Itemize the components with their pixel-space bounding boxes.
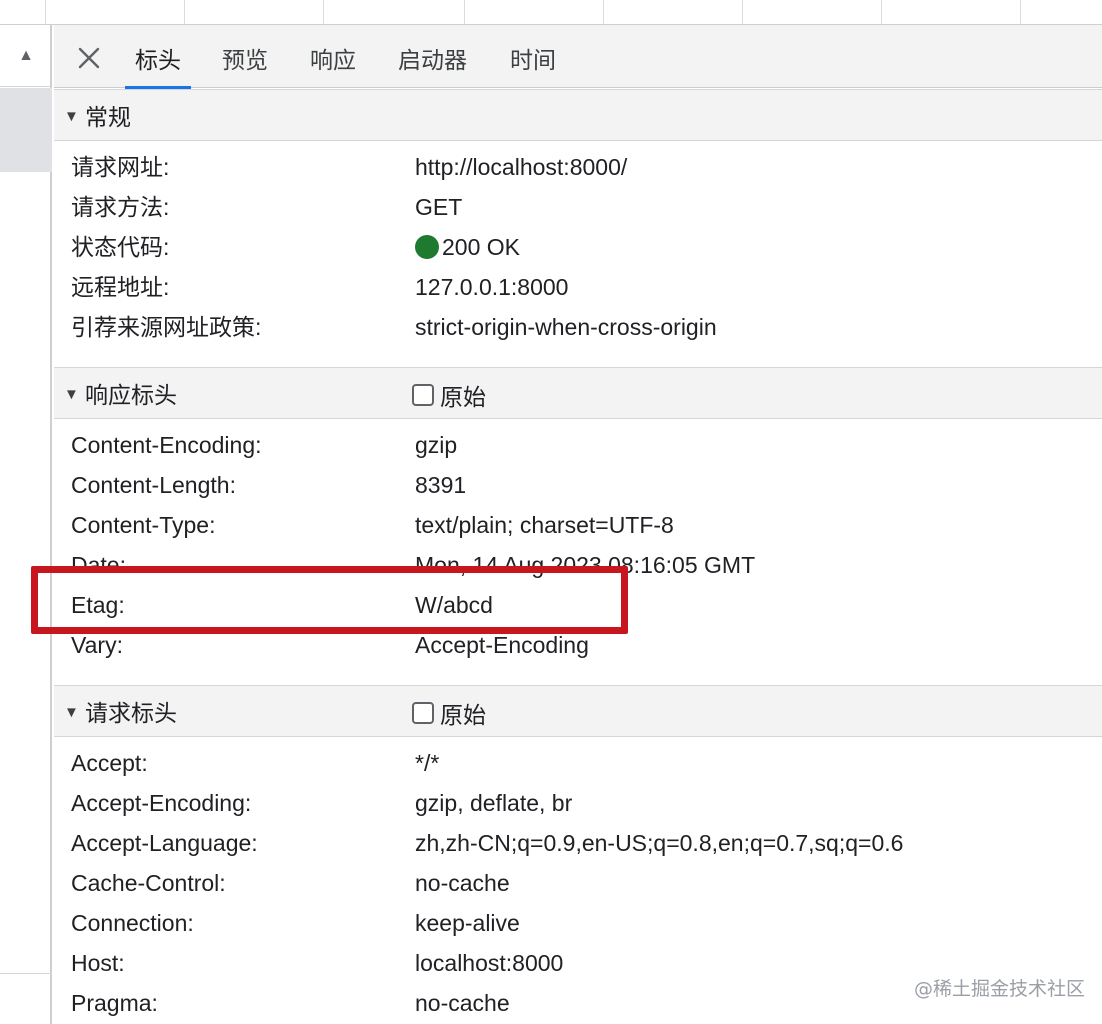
raw-toggle[interactable]: 原始 <box>412 686 486 740</box>
request-list-header <box>0 0 1102 25</box>
tab-label: 预览 <box>222 47 268 73</box>
header-key: Host: <box>71 950 125 976</box>
header-value[interactable]: 8391 <box>415 465 466 505</box>
status-text: 200 OK <box>442 234 520 260</box>
header-key: Content-Length: <box>71 472 236 498</box>
header-value[interactable]: zh,zh-CN;q=0.9,en-US;q=0.8,en;q=0.7,sq;q… <box>415 823 903 863</box>
tab-label: 标头 <box>135 47 181 73</box>
general-row: 请求网址: http://localhost:8000/ <box>71 147 1091 187</box>
header-key: 请求网址: <box>71 154 170 180</box>
status-ok-icon <box>415 235 439 259</box>
header-value[interactable]: Accept-Encoding <box>415 625 589 665</box>
response-header-row: Content-Type: text/plain; charset=UTF-8 <box>71 505 1091 545</box>
raw-checkbox[interactable] <box>412 384 434 406</box>
triangle-down-icon: ▼ <box>64 386 79 403</box>
scrollbar-thumb[interactable] <box>0 88 52 172</box>
header-key: Accept-Encoding: <box>71 790 252 816</box>
response-header-row: Content-Length: 8391 <box>71 465 1091 505</box>
request-header-row: Accept: */* <box>71 743 1091 783</box>
request-header-row: Accept-Language: zh,zh-CN;q=0.9,en-US;q=… <box>71 823 1091 863</box>
request-header-row: Cache-Control: no-cache <box>71 863 1091 903</box>
header-value[interactable]: Mon, 14 Aug 2023 08:16:05 GMT <box>415 545 755 585</box>
header-value[interactable]: no-cache <box>415 863 510 903</box>
header-value[interactable]: localhost:8000 <box>415 943 563 983</box>
devtools-network-panel: ▲ 标头 预览 响应 启动器 时间 ▼ 常规 请求网址: http://loca… <box>0 0 1102 1024</box>
triangle-up-icon: ▲ <box>18 46 34 64</box>
tab-headers[interactable]: 标头 <box>125 25 191 89</box>
close-icon <box>78 47 100 69</box>
section-title: 响应标头 <box>85 382 177 408</box>
raw-label: 原始 <box>440 702 486 728</box>
header-value[interactable]: GET <box>415 187 462 227</box>
request-header-row: Accept-Encoding: gzip, deflate, br <box>71 783 1091 823</box>
general-row: 状态代码: 200 OK <box>71 227 1091 267</box>
scroll-up-button[interactable]: ▲ <box>0 25 52 87</box>
raw-label: 原始 <box>440 384 486 410</box>
header-value[interactable]: keep-alive <box>415 903 520 943</box>
general-row: 远程地址: 127.0.0.1:8000 <box>71 267 1091 307</box>
response-header-row: Date: Mon, 14 Aug 2023 08:16:05 GMT <box>71 545 1091 585</box>
header-key: Accept: <box>71 750 148 776</box>
section-title: 常规 <box>85 104 131 130</box>
header-key: 远程地址: <box>71 274 170 300</box>
header-value[interactable]: gzip <box>415 425 457 465</box>
header-value[interactable]: */* <box>415 743 439 783</box>
header-value[interactable]: gzip, deflate, br <box>415 783 572 823</box>
raw-checkbox[interactable] <box>412 702 434 724</box>
triangle-down-icon: ▼ <box>64 108 79 125</box>
section-title: 请求标头 <box>85 700 177 726</box>
response-header-row: Vary: Accept-Encoding <box>71 625 1091 665</box>
general-row: 请求方法: GET <box>71 187 1091 227</box>
request-header-row: Connection: keep-alive <box>71 903 1091 943</box>
request-detail-pane: 标头 预览 响应 启动器 时间 ▼ 常规 请求网址: http://localh… <box>54 25 1102 1024</box>
tab-label: 时间 <box>510 47 556 73</box>
tab-response[interactable]: 响应 <box>300 25 366 88</box>
header-key: Content-Type: <box>71 512 216 538</box>
header-key: Accept-Language: <box>71 830 258 856</box>
header-key: Date: <box>71 552 126 578</box>
tab-preview[interactable]: 预览 <box>212 25 278 88</box>
general-row: 引荐来源网址政策: strict-origin-when-cross-origi… <box>71 307 1091 347</box>
detail-tabbar: 标头 预览 响应 启动器 时间 <box>54 25 1102 89</box>
header-key: Etag: <box>71 592 125 618</box>
section-response-headers-header[interactable]: ▼ 响应标头 原始 <box>54 367 1102 419</box>
raw-toggle[interactable]: 原始 <box>412 368 486 422</box>
header-key: 请求方法: <box>71 194 170 220</box>
tab-label: 启动器 <box>398 47 467 73</box>
triangle-down-icon: ▼ <box>64 704 79 721</box>
header-value[interactable]: no-cache <box>415 983 510 1023</box>
request-list-pane: ▲ <box>0 25 52 1024</box>
header-key: Pragma: <box>71 990 158 1016</box>
tab-label: 响应 <box>310 47 356 73</box>
header-key: Connection: <box>71 910 194 936</box>
response-header-row-etag: Etag: W/abcd <box>71 585 1091 625</box>
header-key: Cache-Control: <box>71 870 226 896</box>
header-value[interactable]: 127.0.0.1:8000 <box>415 267 568 307</box>
tab-timing[interactable]: 时间 <box>500 25 566 88</box>
header-key: 状态代码: <box>71 234 170 260</box>
header-key: 引荐来源网址政策: <box>71 314 262 340</box>
section-general-header[interactable]: ▼ 常规 <box>54 89 1102 141</box>
watermark-text: @稀土掘金技术社区 <box>914 978 1086 1000</box>
response-header-row: Content-Encoding: gzip <box>71 425 1091 465</box>
tab-initiator[interactable]: 启动器 <box>388 25 477 88</box>
header-key: Content-Encoding: <box>71 432 262 458</box>
section-request-headers-header[interactable]: ▼ 请求标头 原始 <box>54 685 1102 737</box>
header-value[interactable]: W/abcd <box>415 585 493 625</box>
header-value[interactable]: strict-origin-when-cross-origin <box>415 307 717 347</box>
header-value[interactable]: text/plain; charset=UTF-8 <box>415 505 674 545</box>
header-value[interactable]: http://localhost:8000/ <box>415 147 627 187</box>
close-button[interactable] <box>76 45 102 71</box>
status-value[interactable]: 200 OK <box>415 227 520 267</box>
header-key: Vary: <box>71 632 123 658</box>
